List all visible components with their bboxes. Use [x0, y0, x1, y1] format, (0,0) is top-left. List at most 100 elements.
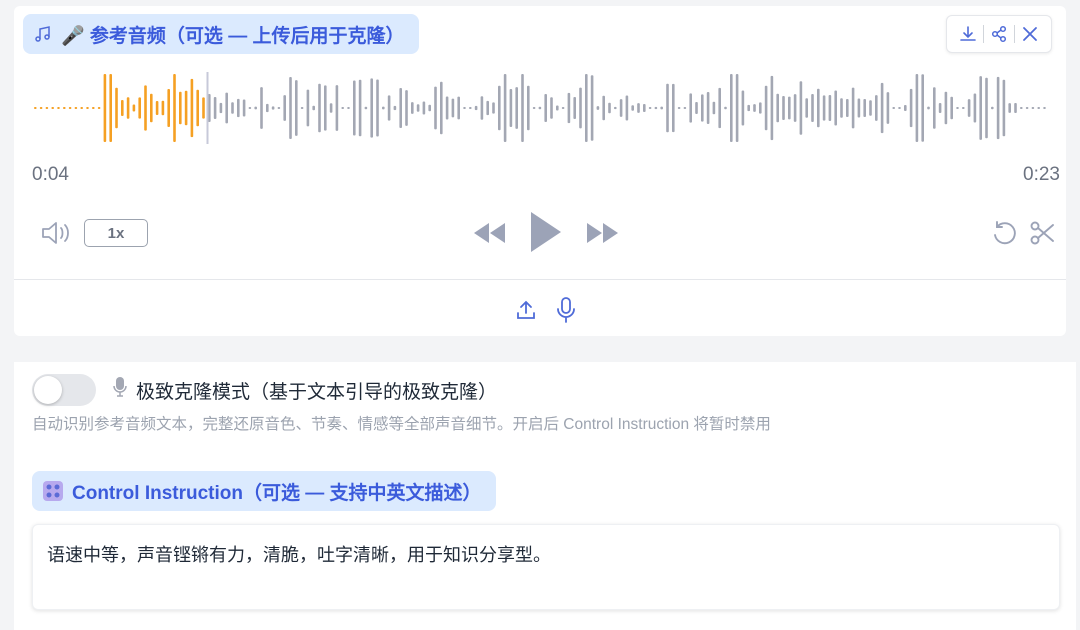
waveform-bar — [799, 81, 803, 135]
download-button[interactable] — [953, 19, 983, 49]
waveform-bar — [683, 107, 687, 109]
waveform-bar — [544, 93, 547, 123]
waveform-bar — [892, 107, 895, 109]
waveform-bar — [370, 78, 373, 138]
share-button[interactable] — [984, 19, 1014, 49]
panel-divider — [14, 279, 1066, 280]
waveform-bar — [80, 107, 83, 109]
volume-button[interactable] — [36, 218, 76, 248]
current-time: 0:04 — [32, 164, 69, 185]
waveform-bar — [155, 101, 159, 115]
waveform-bar — [967, 99, 971, 117]
waveform-bar — [1031, 107, 1035, 109]
waveform-bar — [822, 95, 826, 121]
record-button[interactable] — [551, 294, 581, 326]
upload-icon — [517, 300, 535, 319]
waveform-bar — [248, 107, 252, 109]
waveform-bar — [527, 85, 530, 131]
waveform-bar — [677, 107, 681, 109]
play-button[interactable] — [523, 206, 567, 258]
waveform-bar — [672, 83, 675, 133]
audio-waveform[interactable] — [32, 68, 1052, 148]
waveform-bar — [869, 100, 872, 116]
waveform-bar — [706, 91, 710, 125]
rewind-button[interactable] — [470, 218, 510, 248]
waveform-bar — [399, 87, 402, 129]
waveform-bar — [909, 88, 913, 128]
waveform-bar — [416, 104, 420, 112]
waveform-bar — [834, 90, 837, 126]
extreme-clone-description: 自动识别参考音频文本，完整还原音色、节奏、情感等全部声音细节。开启后 Contr… — [32, 416, 771, 433]
waveform-bar — [1037, 107, 1040, 109]
waveform-bar — [886, 92, 890, 124]
waveform-bar — [97, 107, 101, 109]
waveform-bar — [364, 106, 368, 110]
extreme-clone-toggle[interactable] — [32, 374, 96, 406]
waveform-bar — [979, 76, 982, 140]
waveform-bar — [184, 90, 188, 126]
waveform-bar — [324, 85, 327, 131]
control-knobs-icon — [42, 480, 64, 502]
waveform-bar — [532, 107, 536, 109]
waveform-bar — [805, 98, 808, 118]
waveform-bar — [515, 87, 518, 129]
waveform-bar — [411, 102, 414, 114]
close-button[interactable] — [1015, 19, 1045, 49]
waveform-bar — [428, 104, 431, 112]
waveform-bar — [695, 101, 698, 115]
waveform-bar — [654, 106, 658, 110]
waveform-bar — [730, 74, 733, 142]
waveform-bar — [306, 89, 310, 127]
waveform-bar — [34, 107, 37, 109]
waveform-bar — [463, 107, 466, 109]
waveform-bar — [648, 106, 652, 110]
fast-forward-icon — [587, 223, 618, 243]
playhead-cursor[interactable] — [206, 72, 209, 144]
waveform-bar — [538, 106, 542, 110]
control-instruction-text: 语速中等，声音铿锵有力，清脆，吐字清晰，用于知识分享型。 — [47, 545, 551, 565]
scissors-icon — [1030, 221, 1054, 245]
waveform-bar — [776, 93, 779, 123]
waveform-bar — [225, 92, 228, 124]
total-duration: 0:23 — [1023, 164, 1060, 185]
waveform-bar — [266, 103, 269, 113]
reset-button[interactable] — [988, 217, 1022, 249]
waveform-bar — [86, 107, 89, 109]
playback-speed-button[interactable]: 1x — [84, 219, 148, 247]
waveform-bar — [144, 85, 147, 131]
waveform-bar — [846, 99, 849, 117]
control-instruction-input[interactable]: 语速中等，声音铿锵有力，清脆，吐字清晰，用于知识分享型。 — [32, 524, 1060, 610]
waveform-bar — [422, 101, 426, 115]
microphone-icon — [557, 297, 575, 323]
waveform-bar — [405, 90, 408, 126]
waveform-bar — [498, 85, 501, 131]
waveform-bar — [770, 75, 774, 141]
waveform-bar — [840, 98, 843, 118]
waveform-bar — [933, 87, 936, 129]
fast-forward-button[interactable] — [582, 218, 622, 248]
waveform-bar — [973, 93, 977, 123]
upload-button[interactable] — [511, 295, 541, 325]
waveform-bar — [619, 99, 623, 117]
waveform-bar — [242, 99, 246, 117]
waveform-bar — [602, 95, 605, 121]
waveform-bar — [817, 88, 820, 128]
play-icon — [531, 212, 561, 252]
waveform-bar — [1002, 79, 1006, 137]
waveform-bar — [718, 87, 721, 129]
waveform-bar — [289, 76, 292, 140]
reference-audio-panel: 🎤 参考音频（可选 — 上传后用于克隆） 0:04 0:23 1x — [14, 6, 1066, 336]
waveform-bar — [196, 89, 199, 127]
audio-actions-toolbar — [946, 15, 1052, 53]
waveform-bar — [701, 94, 704, 122]
reference-audio-label: 🎤 参考音频（可选 — 上传后用于克隆） — [23, 14, 419, 54]
share-icon — [991, 25, 1007, 43]
waveform-bar — [1043, 107, 1046, 109]
waveform-bar — [387, 95, 391, 121]
waveform-bar — [921, 74, 924, 142]
waveform-bar — [63, 107, 66, 109]
waveform-bar — [782, 95, 785, 121]
waveform-bar — [167, 89, 170, 127]
trim-button[interactable] — [1026, 217, 1060, 249]
waveform-bar — [509, 89, 513, 127]
